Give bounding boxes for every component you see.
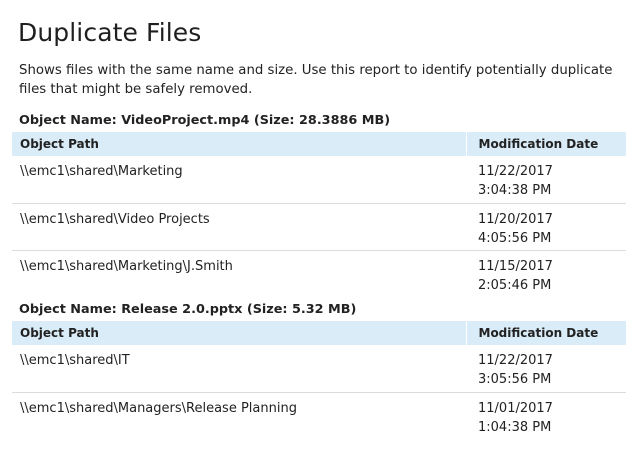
modification-time: 3:04:38 PM [478, 183, 552, 198]
object-path-cell: \\emc1\shared\Marketing [20, 164, 183, 179]
modification-date: 11/15/2017 [478, 258, 553, 274]
modification-time: 1:04:38 PM [478, 419, 552, 435]
object-path-cell: \\emc1\shared\Managers\Release Planning [20, 400, 297, 416]
duplicate-files-table: Object Path Modification Date \\emc1\sha… [12, 321, 626, 439]
modification-date: 11/22/2017 [478, 164, 553, 179]
modification-time: 3:05:56 PM [478, 372, 552, 387]
object-path-cell: \\emc1\shared\Marketing\J.Smith [20, 258, 233, 274]
object-path-cell: \\emc1\shared\IT [20, 353, 130, 368]
report-page: Duplicate Files Shows files with the sam… [0, 0, 640, 439]
table-row: \\emc1\shared\Marketing 11/22/2017 3:04:… [12, 156, 626, 203]
object-name-header: Object Name: Release 2.0.pptx (Size: 5.3… [19, 302, 357, 317]
report-description: Shows files with the same name and size.… [19, 63, 613, 97]
table-row: \\emc1\shared\Managers\Release Planning … [12, 392, 626, 439]
object-path-cell: \\emc1\shared\Video Projects [20, 211, 210, 227]
modification-date: 11/22/2017 [478, 353, 553, 368]
modification-date: 11/20/2017 [478, 211, 553, 227]
modification-date-cell: 11/15/2017 2:05:46 PM [466, 250, 626, 297]
table-row: \\emc1\shared\Video Projects 11/20/2017 … [12, 203, 626, 250]
column-header-object-path[interactable]: Object Path [12, 132, 466, 156]
table-row: \\emc1\shared\IT 11/22/2017 3:05:56 PM [12, 345, 626, 392]
table-row: \\emc1\shared\Marketing\J.Smith 11/15/20… [12, 250, 626, 297]
report-title: Duplicate Files [18, 18, 202, 47]
modification-time: 2:05:46 PM [478, 277, 552, 293]
column-header-modification-date[interactable]: Modification Date [465, 321, 626, 345]
column-header-object-path[interactable]: Object Path [12, 321, 466, 345]
object-name-header: Object Name: VideoProject.mp4 (Size: 28.… [19, 113, 391, 128]
modification-date-cell: 11/20/2017 4:05:56 PM [466, 203, 626, 250]
table-header-row: Object Path Modification Date [12, 321, 626, 345]
table-header-row: Object Path Modification Date [12, 132, 626, 156]
modification-date-cell: 11/01/2017 1:04:38 PM [466, 392, 626, 439]
column-header-modification-date[interactable]: Modification Date [465, 132, 626, 156]
modification-date-cell: 11/22/2017 3:05:56 PM [466, 345, 626, 392]
duplicate-files-table: Object Path Modification Date \\emc1\sha… [12, 132, 626, 297]
modification-date-cell: 11/22/2017 3:04:38 PM [466, 156, 626, 203]
modification-time: 4:05:56 PM [478, 230, 552, 246]
modification-date: 11/01/2017 [478, 400, 553, 416]
